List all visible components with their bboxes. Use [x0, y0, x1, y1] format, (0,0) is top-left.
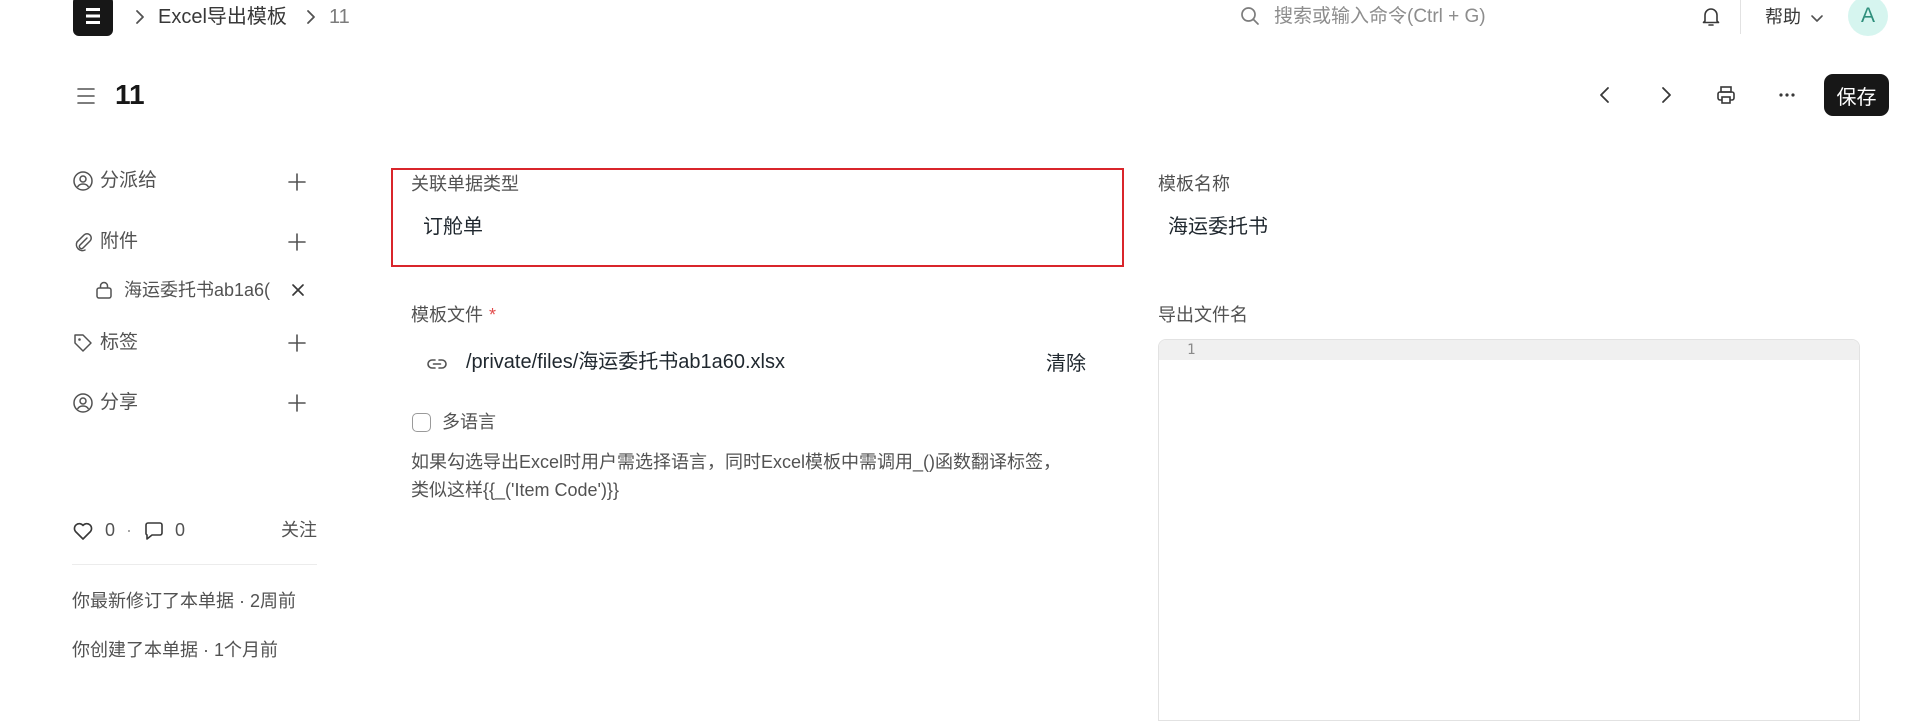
prev-icon[interactable]	[1593, 83, 1617, 107]
chevron-down-icon[interactable]	[1809, 10, 1825, 26]
link-icon	[425, 352, 449, 376]
add-assign-icon[interactable]	[286, 171, 308, 193]
template-name-label: 模板名称	[1158, 174, 1230, 194]
heart-icon[interactable]	[71, 519, 95, 543]
ref-doctype-field[interactable]: 订舱单	[423, 214, 483, 240]
clear-file-button[interactable]: 清除	[1046, 351, 1086, 377]
menu-icon[interactable]	[74, 84, 98, 108]
add-share-icon[interactable]	[286, 392, 308, 414]
export-filename-editor[interactable]: 1	[1158, 339, 1860, 721]
ref-doctype-label: 关联单据类型	[411, 174, 519, 194]
tag-icon	[72, 332, 94, 354]
save-button[interactable]: 保存	[1824, 74, 1889, 116]
assign-user-icon	[72, 170, 94, 192]
comment-count: 0	[175, 520, 186, 540]
chevron-right-icon	[302, 8, 320, 26]
attachments-label: 附件	[100, 231, 139, 252]
activity-item: 你创建了本单据 · 1个月前	[72, 640, 279, 660]
comment-icon[interactable]	[142, 519, 166, 543]
app-logo[interactable]	[73, 0, 113, 36]
multilang-label[interactable]: 多语言	[442, 410, 496, 434]
follow-link[interactable]: 关注	[281, 518, 317, 542]
activity-item: 你最新修订了本单据 · 2周前	[72, 591, 297, 611]
add-tag-icon[interactable]	[286, 332, 308, 354]
chevron-right-icon	[131, 8, 149, 26]
attachment-file-link[interactable]: 海运委托书ab1a6(	[124, 278, 280, 302]
avatar[interactable]: A	[1848, 0, 1888, 36]
bell-icon[interactable]	[1699, 4, 1723, 28]
remove-attachment-icon[interactable]	[288, 280, 308, 300]
assign-to-label: 分派给	[100, 170, 158, 191]
breadcrumb-doctype[interactable]: Excel导出模板	[158, 5, 287, 29]
more-icon[interactable]	[1775, 83, 1799, 107]
search-icon	[1240, 6, 1260, 26]
lock-icon	[94, 280, 114, 300]
add-attachment-icon[interactable]	[286, 231, 308, 253]
required-mark: *	[489, 305, 497, 325]
share-user-icon	[72, 392, 94, 414]
like-count: 0	[105, 520, 116, 540]
line-number: 1	[1187, 342, 1196, 358]
sidebar-divider	[72, 564, 317, 565]
multilang-description: 如果勾选导出Excel时用户需选择语言，同时Excel模板中需调用_()函数翻译…	[411, 448, 1111, 504]
template-file-label: 模板文件 *	[411, 303, 496, 327]
template-file-link[interactable]: /private/files/海运委托书ab1a60.xlsx	[466, 349, 785, 375]
template-file-label-text: 模板文件	[411, 305, 483, 325]
template-name-field[interactable]: 海运委托书	[1168, 214, 1268, 240]
tags-label: 标签	[100, 332, 139, 353]
navbar: Excel导出模板 11 搜索或输入命令(Ctrl + G) 帮助 A	[0, 0, 1920, 40]
navbar-divider	[1740, 0, 1741, 34]
print-icon[interactable]	[1714, 83, 1738, 107]
export-filename-label: 导出文件名	[1158, 305, 1248, 325]
breadcrumb-current[interactable]: 11	[329, 5, 350, 29]
multilang-description-line: 如果勾选导出Excel时用户需选择语言，同时Excel模板中需调用_()函数翻译…	[411, 452, 1062, 472]
help-menu[interactable]: 帮助	[1765, 5, 1801, 29]
search-input[interactable]: 搜索或输入命令(Ctrl + G)	[1274, 5, 1486, 29]
paperclip-icon	[72, 231, 94, 253]
multilang-checkbox[interactable]	[412, 413, 431, 432]
separator-dot: ·	[126, 520, 132, 540]
next-icon[interactable]	[1654, 83, 1678, 107]
editor-active-line	[1159, 340, 1859, 360]
page-title: 11	[115, 79, 145, 110]
multilang-description-line: 类似这样{{_('Item Code')}}	[411, 480, 619, 500]
share-label: 分享	[100, 392, 139, 413]
